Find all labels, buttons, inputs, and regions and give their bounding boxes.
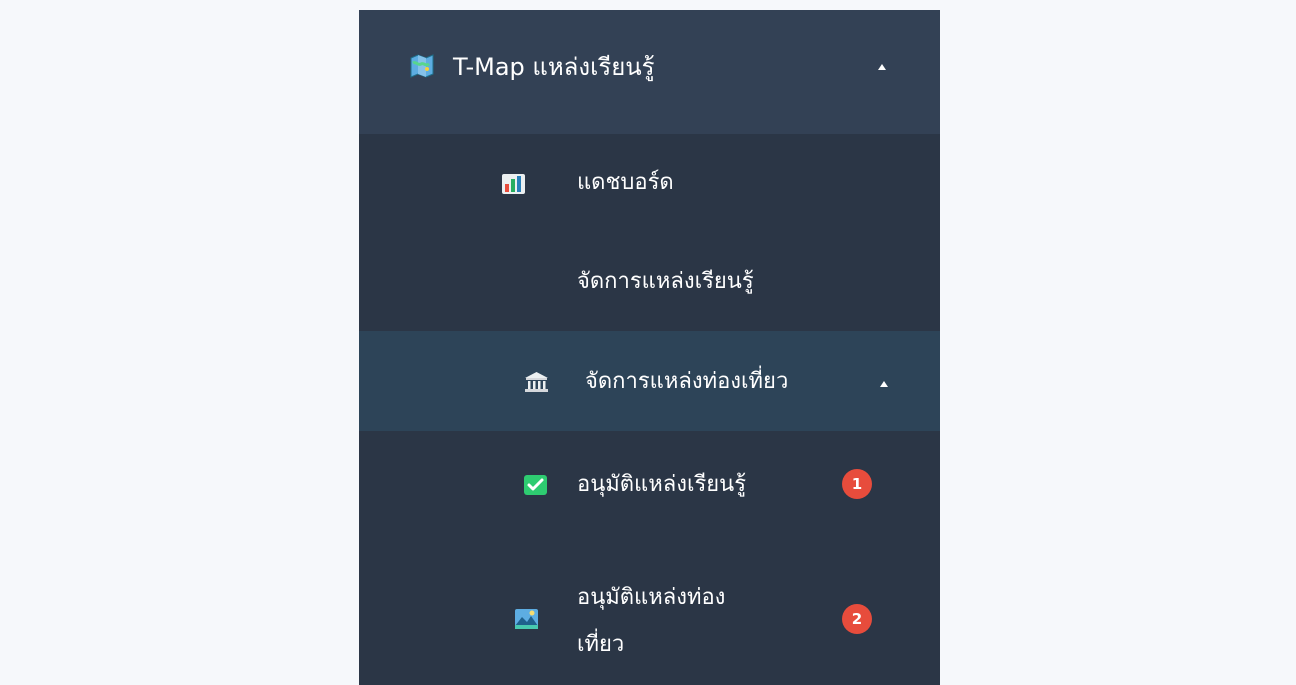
dashboard-icon bbox=[501, 173, 526, 195]
sidebar: T-Map แหล่งเรียนรู้ แดชบอร์ด จัดการแหล่ง… bbox=[359, 10, 940, 685]
checkmark-icon bbox=[523, 474, 548, 496]
sidebar-item-dashboard[interactable]: แดชบอร์ด bbox=[359, 134, 940, 230]
expanded-caret-icon[interactable] bbox=[880, 381, 888, 387]
sidebar-item-label: อนุมัติแหล่งเรียนรู้ bbox=[577, 472, 747, 497]
sidebar-item-label-line-1: อนุมัติแหล่งท่อง bbox=[577, 585, 726, 610]
notification-badge: 2 bbox=[842, 604, 872, 634]
menu-header-title: T-Map แหล่งเรียนรู้ bbox=[453, 53, 655, 81]
sidebar-item-approve-learning-sources[interactable]: อนุมัติแหล่งเรียนรู้ 1 bbox=[359, 431, 940, 542]
museum-icon bbox=[524, 371, 549, 393]
menu-header-t-map[interactable]: T-Map แหล่งเรียนรู้ bbox=[359, 10, 940, 134]
sidebar-item-manage-tourist-attractions[interactable]: จัดการแหล่งท่องเที่ยว bbox=[359, 331, 940, 431]
map-icon bbox=[409, 53, 435, 79]
landscape-icon bbox=[514, 608, 539, 630]
sidebar-item-label: จัดการแหล่งเรียนรู้ bbox=[577, 269, 754, 294]
sidebar-item-manage-learning-sources[interactable]: จัดการแหล่งเรียนรู้ bbox=[359, 230, 940, 331]
sidebar-item-label: จัดการแหล่งท่องเที่ยว bbox=[585, 369, 789, 394]
notification-badge: 1 bbox=[842, 469, 872, 499]
expanded-caret-icon[interactable] bbox=[878, 64, 886, 70]
sidebar-item-label: แดชบอร์ด bbox=[577, 170, 674, 195]
sidebar-item-label-line-2: เที่ยว bbox=[577, 632, 625, 657]
sidebar-item-approve-tourist-attractions[interactable]: อนุมัติแหล่งท่อง เที่ยว 2 bbox=[359, 542, 940, 685]
page: T-Map แหล่งเรียนรู้ แดชบอร์ด จัดการแหล่ง… bbox=[0, 0, 1296, 685]
